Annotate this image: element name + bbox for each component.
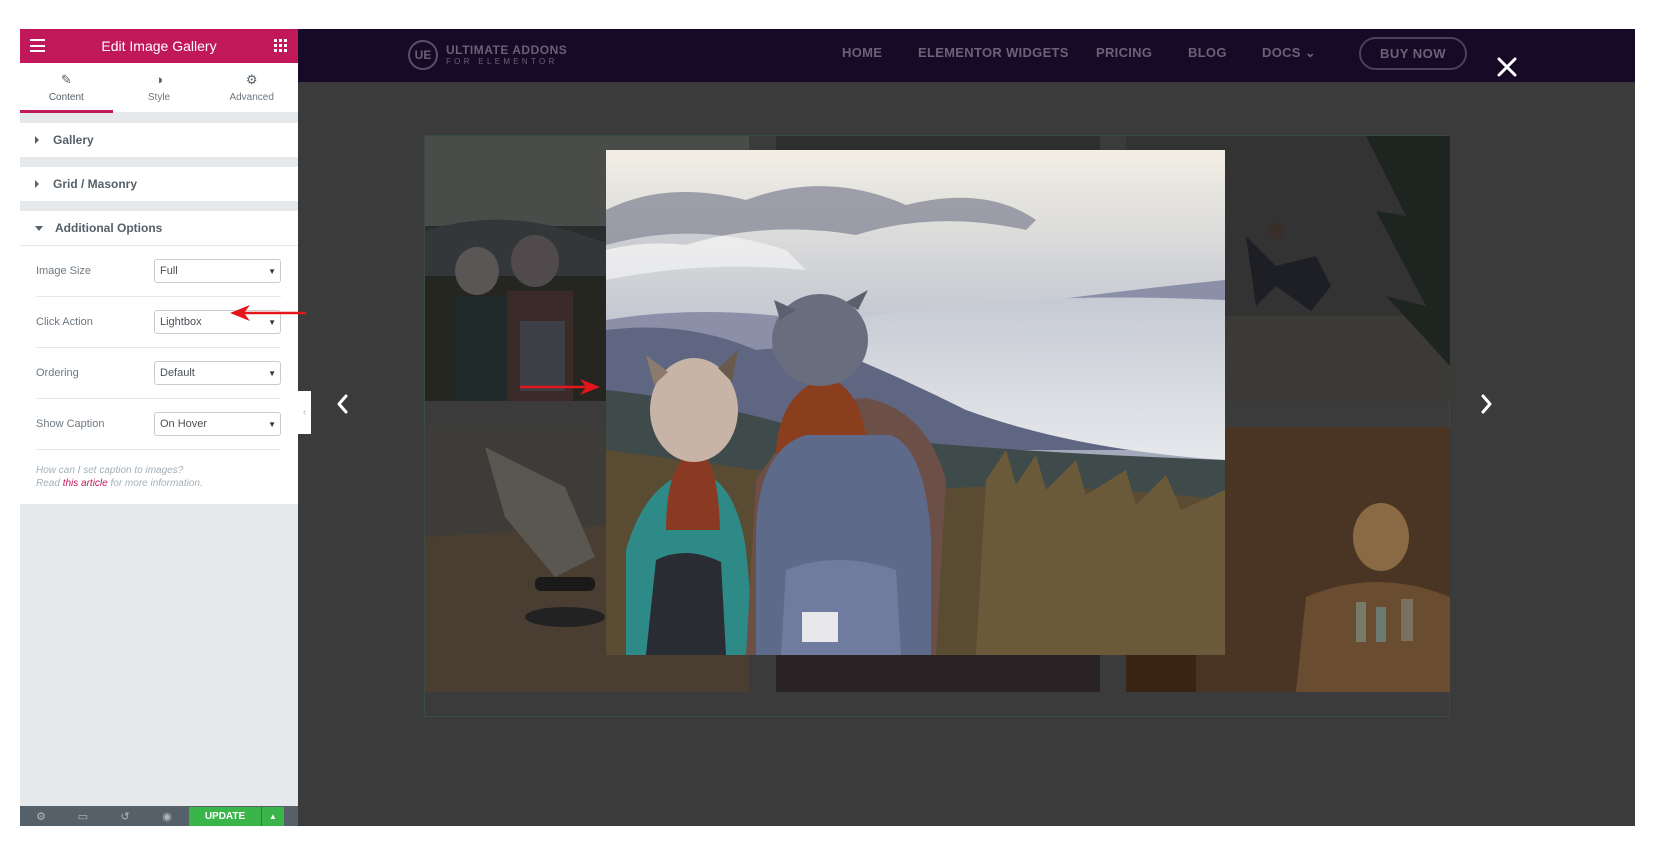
nav-elementor-widgets[interactable]: ELEMENTOR WIDGETS [918,45,1069,60]
annotation-arrow-lightbox [520,379,600,395]
help-line-1: How can I set caption to images? [36,465,184,476]
section-grid-masonry[interactable]: Grid / Masonry [20,167,298,201]
nav-docs-label: DOCS [1262,45,1301,60]
section-title: Grid / Masonry [53,177,138,191]
logo-mark: UE [408,40,438,70]
tab-content[interactable]: ✎ Content [20,63,113,113]
dropdown-arrow-icon: ▼ [268,419,276,429]
image-size-select[interactable]: Full ▼ [154,259,281,283]
tab-label: Style [147,91,171,103]
dropdown-arrow-icon: ▼ [268,368,276,378]
caret-down-icon [35,225,43,231]
option-image-size: Image Size Full ▼ [36,246,281,297]
preview-eye-icon[interactable]: ◉ [146,810,188,823]
option-ordering: Ordering Default ▼ [36,348,281,399]
ordering-select[interactable]: Default ▼ [154,361,281,385]
select-value: Default [160,367,195,379]
lightbox-image[interactable] [606,150,1225,655]
option-show-caption: Show Caption On Hover ▼ [36,399,281,450]
chevron-down-icon: ⌄ [1304,45,1316,60]
update-options-button[interactable]: ▲ [262,807,284,826]
panel-tabs: ✎ Content ◑ Style ⚙ Advanced [20,63,298,113]
show-caption-select[interactable]: On Hover ▼ [154,412,281,436]
section-gallery[interactable]: Gallery [20,123,298,157]
option-label: Show Caption [36,418,105,430]
tab-label: Advanced [229,91,274,103]
select-value: On Hover [160,418,208,430]
tab-label: Content [48,91,84,103]
option-label: Click Action [36,316,93,328]
nav-docs[interactable]: DOCS ⌄ [1262,45,1316,61]
option-label: Image Size [36,265,92,277]
logo-text: ULTIMATE ADDONS FOR ELEMENTOR [446,42,568,67]
additional-options-controls: Image Size Full ▼ Click Action Lightbox ▼ … [20,245,298,504]
logo-line-1: ULTIMATE ADDONS [446,42,568,57]
lightbox-close-icon[interactable] [1496,56,1518,78]
history-icon[interactable]: ↺ [104,810,146,823]
help-line-2: Read this article for more information. [36,477,281,490]
caret-right-icon [35,180,39,188]
panel-footer: ⚙ ▭ ↺ ◉ UPDATE ▲ [20,806,298,826]
nav-blog[interactable]: BLOG [1188,45,1227,60]
panel-header: Edit Image Gallery [20,29,298,63]
caret-right-icon [35,136,39,144]
tab-style[interactable]: ◑ Style [113,63,206,112]
buy-now-button[interactable]: BUY NOW [1359,37,1467,70]
pencil-icon: ✎ [60,71,72,87]
help-article-link[interactable]: this article [63,478,108,489]
section-title: Gallery [53,133,94,147]
screenshot-frame: Edit Image Gallery ✎ Content ◑ Style ⚙ A… [20,29,1635,826]
widgets-grid-icon[interactable] [274,39,287,52]
editor-panel: Edit Image Gallery ✎ Content ◑ Style ⚙ A… [20,29,298,826]
nav-home[interactable]: HOME [842,45,882,60]
select-value: Lightbox [160,316,202,328]
menu-icon[interactable] [30,39,45,52]
section-title: Additional Options [55,221,163,235]
option-label: Ordering [36,367,79,379]
panel-collapse-button[interactable]: ‹ [298,391,311,434]
update-button[interactable]: UPDATE [189,807,261,826]
site-logo[interactable]: UE ULTIMATE ADDONS FOR ELEMENTOR [408,40,567,70]
tab-advanced[interactable]: ⚙ Advanced [205,63,298,112]
nav-pricing[interactable]: PRICING [1096,45,1152,60]
half-circle-icon: ◑ [155,71,163,87]
help-suffix: for more information. [107,478,203,489]
responsive-icon[interactable]: ▭ [62,810,104,823]
help-prefix: Read [36,478,63,489]
select-value: Full [160,265,178,277]
dropdown-arrow-icon: ▼ [268,266,276,276]
site-header: UE ULTIMATE ADDONS FOR ELEMENTOR HOME EL… [298,29,1635,82]
logo-line-2: FOR ELEMENTOR [446,56,558,66]
caption-help-text: How can I set caption to images? Read th… [36,464,281,490]
lightbox-next-icon[interactable] [1480,393,1494,415]
section-additional-options[interactable]: Additional Options [20,211,298,245]
annotation-arrow-click-action [230,305,306,321]
settings-icon[interactable]: ⚙ [20,810,62,823]
lightbox-prev-icon[interactable] [335,393,349,415]
panel-title: Edit Image Gallery [101,38,217,54]
gear-icon: ⚙ [245,71,258,87]
